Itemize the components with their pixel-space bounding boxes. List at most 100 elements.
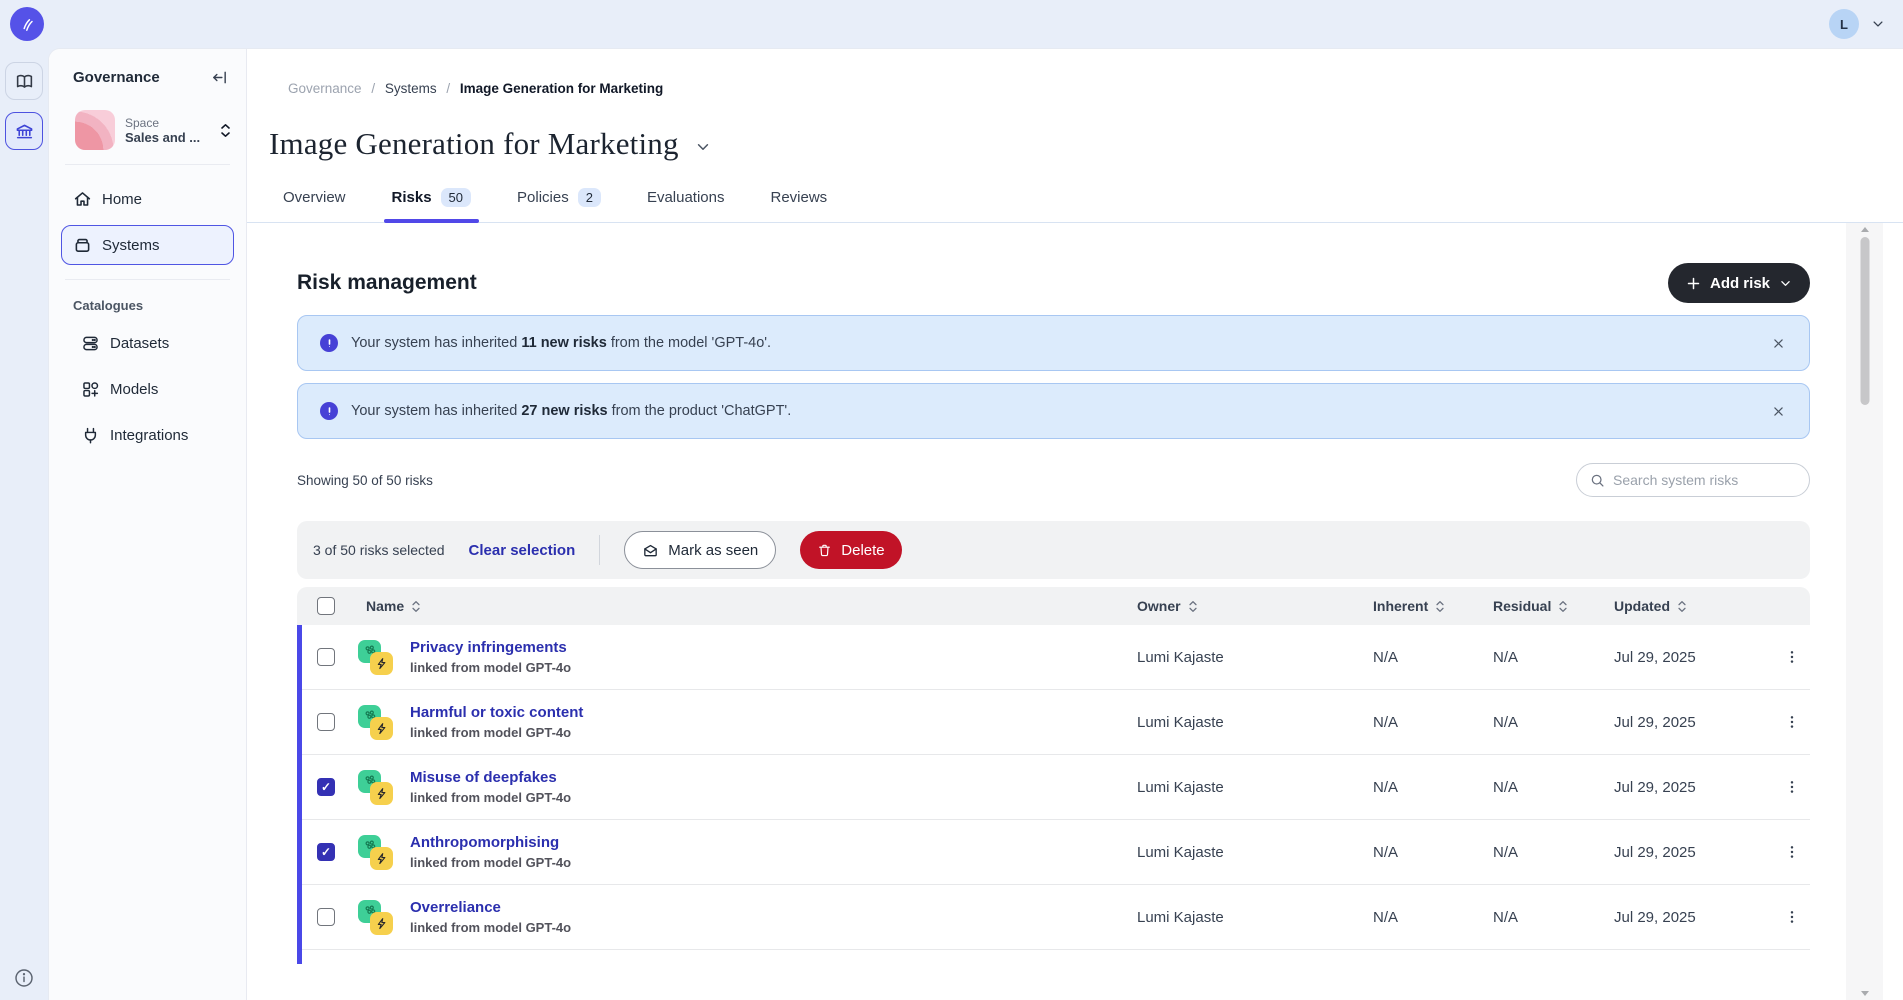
sidebar-item-home[interactable]: Home bbox=[61, 179, 234, 219]
topbar: L bbox=[0, 0, 1903, 48]
table-row: Privacy infringements linked from model … bbox=[297, 625, 1810, 690]
sidebar-item-label: Home bbox=[102, 191, 142, 208]
row-checkbox[interactable] bbox=[317, 778, 335, 796]
scroll-up-arrow[interactable] bbox=[1861, 227, 1869, 232]
close-icon[interactable] bbox=[1772, 337, 1785, 350]
plus-icon bbox=[1686, 276, 1701, 291]
table-body: Privacy infringements linked from model … bbox=[297, 625, 1810, 964]
inherited-risks-banner-product: Your system has inherited 27 new risks f… bbox=[297, 383, 1810, 439]
scroll-down-arrow[interactable] bbox=[1861, 991, 1869, 996]
inherent-cell: N/A bbox=[1373, 844, 1493, 861]
sidebar-item-models[interactable]: Models bbox=[69, 369, 234, 409]
collapse-sidebar-icon[interactable] bbox=[211, 69, 228, 86]
tab-evaluations[interactable]: Evaluations bbox=[647, 188, 725, 222]
user-menu[interactable]: L bbox=[1829, 9, 1885, 39]
owner-cell: Lumi Kajaste bbox=[1137, 714, 1373, 731]
sort-icon[interactable] bbox=[1558, 600, 1568, 613]
row-checkbox[interactable] bbox=[317, 648, 335, 666]
risk-type-icon bbox=[358, 835, 393, 870]
residual-cell: N/A bbox=[1493, 714, 1614, 731]
row-kebab-menu[interactable] bbox=[1784, 779, 1800, 795]
info-alert-icon bbox=[320, 334, 338, 352]
divider bbox=[65, 164, 230, 165]
row-kebab-menu[interactable] bbox=[1784, 714, 1800, 730]
residual-cell: N/A bbox=[1493, 909, 1614, 926]
sidebar-item-label: Integrations bbox=[110, 427, 188, 444]
tab-risks[interactable]: Risks 50 bbox=[392, 188, 472, 222]
breadcrumb-root[interactable]: Governance bbox=[288, 81, 362, 96]
inherent-cell: N/A bbox=[1373, 779, 1493, 796]
risk-name-link[interactable]: Overreliance bbox=[410, 899, 571, 916]
owner-cell: Lumi Kajaste bbox=[1137, 909, 1373, 926]
risk-name-link[interactable]: Anthropomorphising bbox=[410, 834, 571, 851]
chevron-down-icon[interactable] bbox=[1871, 17, 1885, 31]
risk-name-link[interactable]: Privacy infringements bbox=[410, 639, 571, 656]
row-checkbox[interactable] bbox=[317, 908, 335, 926]
bank-icon bbox=[15, 122, 34, 141]
risk-name-link[interactable]: Misuse of deepfakes bbox=[410, 769, 571, 786]
docs-button[interactable] bbox=[5, 62, 43, 100]
add-risk-button[interactable]: Add risk bbox=[1668, 263, 1810, 303]
avatar[interactable]: L bbox=[1829, 9, 1859, 39]
row-kebab-menu[interactable] bbox=[1784, 649, 1800, 665]
search-input[interactable] bbox=[1613, 472, 1796, 488]
app-logo[interactable] bbox=[10, 7, 44, 41]
new-risk-accent-bar bbox=[297, 625, 302, 964]
residual-cell: N/A bbox=[1493, 649, 1614, 666]
table-row: Anthropomorphising linked from model GPT… bbox=[297, 820, 1810, 885]
sort-icon[interactable] bbox=[1435, 600, 1445, 613]
inherent-cell: N/A bbox=[1373, 714, 1493, 731]
row-checkbox[interactable] bbox=[317, 843, 335, 861]
mark-as-seen-button[interactable]: Mark as seen bbox=[624, 531, 776, 569]
sort-icon[interactable] bbox=[411, 600, 421, 613]
home-icon bbox=[73, 190, 92, 209]
space-avatar bbox=[75, 110, 115, 150]
residual-cell: N/A bbox=[1493, 844, 1614, 861]
search-box[interactable] bbox=[1576, 463, 1810, 497]
clear-selection-button[interactable]: Clear selection bbox=[469, 542, 576, 559]
breadcrumb-section[interactable]: Systems bbox=[385, 81, 437, 96]
row-checkbox[interactable] bbox=[317, 713, 335, 731]
info-button[interactable] bbox=[14, 968, 34, 988]
chevron-up-down-icon[interactable] bbox=[219, 123, 232, 138]
row-kebab-menu[interactable] bbox=[1784, 909, 1800, 925]
plug-icon bbox=[81, 426, 100, 445]
risk-type-icon bbox=[358, 900, 393, 935]
governance-button[interactable] bbox=[5, 112, 43, 150]
sidebar-item-datasets[interactable]: Datasets bbox=[69, 323, 234, 363]
residual-cell: N/A bbox=[1493, 779, 1614, 796]
title-chevron-down-icon[interactable] bbox=[695, 139, 711, 155]
updated-cell: Jul 29, 2025 bbox=[1614, 779, 1774, 796]
tab-bar: Overview Risks 50 Policies 2 Evaluations bbox=[247, 188, 1903, 223]
scrollbar bbox=[1846, 223, 1883, 1000]
logo-squiggle-icon bbox=[17, 14, 37, 34]
updated-cell: Jul 29, 2025 bbox=[1614, 909, 1774, 926]
sort-icon[interactable] bbox=[1188, 600, 1198, 613]
table-row-partial bbox=[297, 950, 1810, 964]
select-all-checkbox[interactable] bbox=[317, 597, 335, 615]
sidebar-item-systems[interactable]: Systems bbox=[61, 225, 234, 265]
close-icon[interactable] bbox=[1772, 405, 1785, 418]
tab-reviews[interactable]: Reviews bbox=[771, 188, 828, 222]
updated-cell: Jul 29, 2025 bbox=[1614, 714, 1774, 731]
icon-rail bbox=[0, 48, 48, 1000]
sidebar: Governance Space Sales and ... bbox=[49, 49, 247, 1000]
scrollbar-thumb[interactable] bbox=[1860, 237, 1869, 405]
tab-overview[interactable]: Overview bbox=[283, 188, 346, 222]
breadcrumb-current: Image Generation for Marketing bbox=[460, 81, 663, 96]
inherent-cell: N/A bbox=[1373, 909, 1493, 926]
risk-bolt-icon bbox=[370, 847, 393, 870]
sidebar-item-integrations[interactable]: Integrations bbox=[69, 415, 234, 455]
risk-type-icon bbox=[358, 770, 393, 805]
systems-box-icon bbox=[73, 236, 92, 255]
risk-name-link[interactable]: Harmful or toxic content bbox=[410, 704, 583, 721]
delete-button[interactable]: Delete bbox=[800, 531, 901, 569]
selection-bar: 3 of 50 risks selected Clear selection M… bbox=[297, 521, 1810, 579]
sort-icon[interactable] bbox=[1677, 600, 1687, 613]
space-selector[interactable]: Space Sales and ... bbox=[63, 110, 232, 150]
main-panel: Governance / Systems / Image Generation … bbox=[247, 49, 1903, 1000]
table-row: Harmful or toxic content linked from mod… bbox=[297, 690, 1810, 755]
row-kebab-menu[interactable] bbox=[1784, 844, 1800, 860]
space-name: Sales and ... bbox=[125, 130, 209, 145]
tab-policies[interactable]: Policies 2 bbox=[517, 188, 601, 222]
